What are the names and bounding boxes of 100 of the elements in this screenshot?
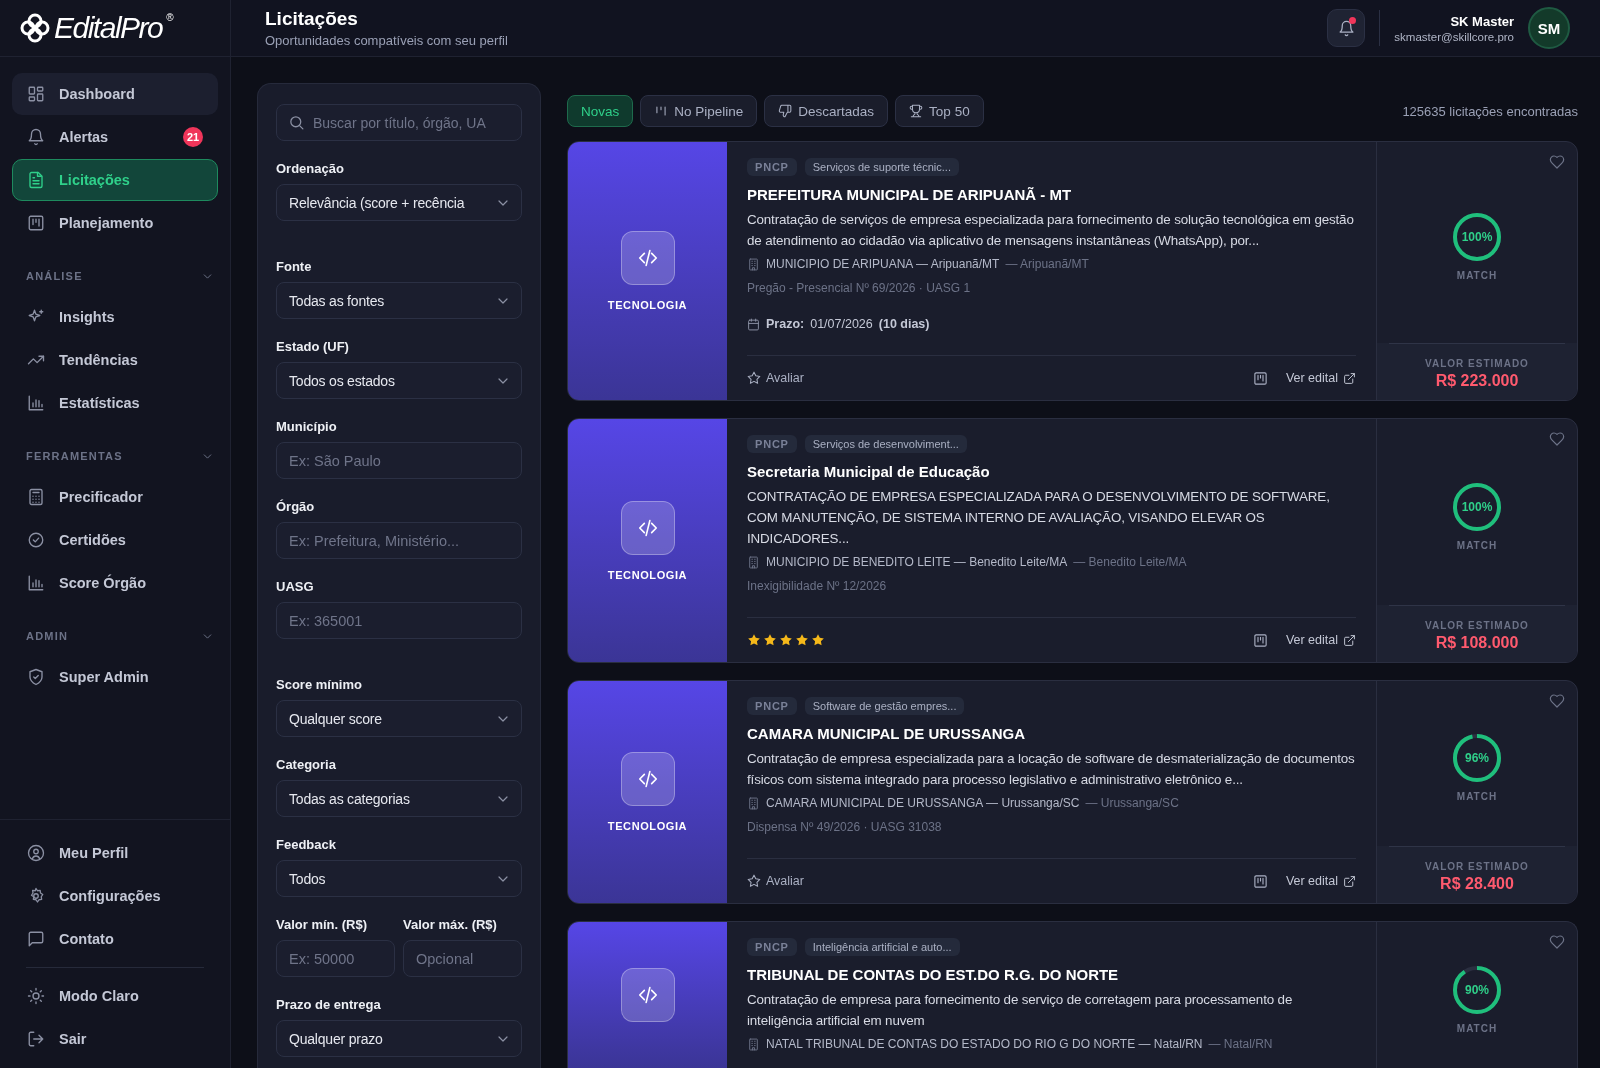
calendar-icon	[747, 317, 760, 331]
tender-title: PREFEITURA MUNICIPAL DE ARIPUANÃ - MT	[747, 186, 1073, 203]
field-label: UASG	[276, 579, 315, 594]
code-icon	[636, 247, 659, 269]
star-rating[interactable]	[747, 633, 825, 647]
match-label: MATCH	[1456, 539, 1498, 551]
star-icon	[747, 633, 761, 647]
count-badge: 21	[183, 127, 203, 147]
input-field[interactable]: Ex: São Paulo	[276, 442, 522, 479]
kanban-icon	[1252, 632, 1268, 648]
dropdown[interactable]: Qualquer prazo	[276, 1020, 522, 1057]
bell-icon	[1337, 19, 1355, 37]
calculator-icon	[27, 488, 45, 506]
nav-item[interactable]: Contato	[12, 918, 218, 960]
search-field[interactable]: Buscar por título, órgão, UA	[276, 104, 522, 141]
building-icon	[747, 257, 760, 271]
view-notice-link[interactable]: Ver edital	[1285, 874, 1356, 888]
nav-item[interactable]: Insights	[12, 296, 218, 338]
nav-item[interactable]: Precificador	[12, 476, 218, 518]
section-heading: ANÁLISE	[26, 270, 83, 282]
heart-icon	[1549, 693, 1565, 709]
field-label: Fonte	[276, 259, 313, 274]
filter-tab[interactable]: Descartadas	[764, 95, 889, 127]
star-icon	[811, 633, 825, 647]
user-avatar[interactable]: SM	[1528, 7, 1570, 49]
columns-icon	[654, 104, 669, 118]
kanban-icon	[1252, 873, 1268, 889]
nav-item[interactable]: Estatísticas	[12, 382, 218, 424]
logo-icon	[20, 13, 50, 43]
location-text: — Urussanga/SC	[1085, 796, 1179, 810]
view-notice-link[interactable]: Ver edital	[1285, 371, 1356, 385]
view-notice-link[interactable]: Ver edital	[1285, 633, 1356, 647]
rate-button[interactable]: Avaliar	[747, 371, 804, 385]
building-icon	[747, 796, 760, 810]
match-percent: 100%	[1461, 230, 1493, 244]
tender-title: CAMARA MUNICIPAL DE URUSSANGA	[747, 725, 1027, 742]
user-name: SK Master	[1449, 13, 1514, 29]
nav-item[interactable]: Meu Perfil	[12, 832, 218, 874]
nav-item[interactable]: Alertas 21	[12, 116, 218, 158]
filter-tab[interactable]: Novas	[567, 95, 634, 127]
field-label: Ordenação	[276, 161, 345, 176]
heart-icon	[1549, 154, 1565, 170]
notifications-button[interactable]	[1327, 9, 1366, 47]
dropdown[interactable]: Todos os estados	[276, 362, 522, 399]
nav-item[interactable]: Planejamento	[12, 202, 218, 244]
modality-text: Dispensa Nº 49/2026 · UASG 31038	[747, 820, 943, 834]
modality-text: Inexigibilidade Nº 12/2026	[747, 579, 888, 593]
external-link-icon	[1343, 633, 1356, 647]
rate-button[interactable]: Avaliar	[747, 874, 804, 888]
dropdown[interactable]: Qualquer score	[276, 700, 522, 737]
location-text: — Natal/RN	[1208, 1037, 1273, 1051]
deadline-label: Prazo:	[766, 317, 805, 331]
nav-item[interactable]: Modo Claro	[12, 975, 218, 1017]
tender-description: Contratação de empresa especializada para a locação de software de desmaterialização de documentos físicos com sistema integrado para processo legislativo e administrativo eletrônico e...	[747, 750, 1356, 789]
input-field[interactable]: Ex: 365001	[276, 602, 522, 639]
brand-name: EditalPro	[54, 11, 163, 45]
dropdown[interactable]: Todas as fontes	[276, 282, 522, 319]
chat-icon	[27, 930, 45, 948]
kanban-icon	[1252, 370, 1268, 386]
tender-title: Secretaria Municipal de Educação	[747, 463, 991, 480]
input-field[interactable]: Ex: Prefeitura, Ministério...	[276, 522, 522, 559]
page-subtitle: Oportunidades compatíveis com seu perfil	[265, 33, 508, 48]
match-percent: 100%	[1461, 499, 1493, 514]
agency-name: MUNICIPIO DE ARIPUANA — Aripuanã/MT	[766, 257, 1000, 271]
tender-description: CONTRATAÇÃO DE EMPRESA ESPECIALIZADA PARA O DESENVOLVIMENTO DE SOFTWARE, COM MANUTENÇÃO, DE SISTEMA INTERNO DE AVALIAÇÃO, VISANDO ELEVAR OS INDICADORES...	[747, 488, 1331, 548]
star-icon	[795, 633, 809, 647]
shield-icon	[27, 668, 45, 686]
dropdown[interactable]: Todas as categorias	[276, 780, 522, 817]
dropdown[interactable]: Todos	[276, 860, 522, 897]
filter-tab[interactable]: No Pipeline	[640, 95, 758, 127]
source-tag: PNCP	[747, 938, 797, 956]
dropdown[interactable]: Relevância (score + recência	[276, 184, 522, 221]
input-field[interactable]: Opcional	[403, 940, 522, 977]
check-badge-icon	[27, 531, 45, 549]
estimated-value: R$ 223.000	[1434, 372, 1520, 390]
heart-icon	[1549, 431, 1565, 447]
nav-item[interactable]: Licitações	[12, 159, 218, 201]
filter-tab[interactable]: Top 50	[895, 95, 984, 127]
external-link-icon	[1343, 371, 1356, 385]
nav-item[interactable]: Certidões	[12, 519, 218, 561]
field-label: Município	[276, 419, 338, 434]
nav-item[interactable]: Configurações	[12, 875, 218, 917]
field-label: Feedback	[276, 837, 337, 852]
thumbs-down-icon	[778, 104, 793, 118]
nav-item[interactable]: Sair	[12, 1018, 218, 1060]
nav-item[interactable]: Score Órgão	[12, 562, 218, 604]
field-label: Órgão	[276, 499, 316, 514]
code-icon	[636, 768, 659, 790]
source-tag: PNCP	[747, 158, 797, 176]
field-label: Score mínimo	[276, 677, 363, 692]
nav-item[interactable]: Dashboard	[12, 73, 218, 115]
code-icon	[636, 984, 659, 1006]
nav-item[interactable]: Super Admin	[12, 656, 218, 698]
input-field[interactable]: Ex: 50000	[276, 940, 395, 977]
match-percent: 96%	[1465, 751, 1489, 765]
match-label: MATCH	[1456, 791, 1498, 802]
modality-text: Pregão - Presencial Nº 69/2026 · UASG 1	[747, 281, 972, 295]
nav-item[interactable]: Tendências	[12, 339, 218, 381]
star-icon	[747, 371, 761, 385]
page-title: Licitações	[265, 8, 359, 30]
